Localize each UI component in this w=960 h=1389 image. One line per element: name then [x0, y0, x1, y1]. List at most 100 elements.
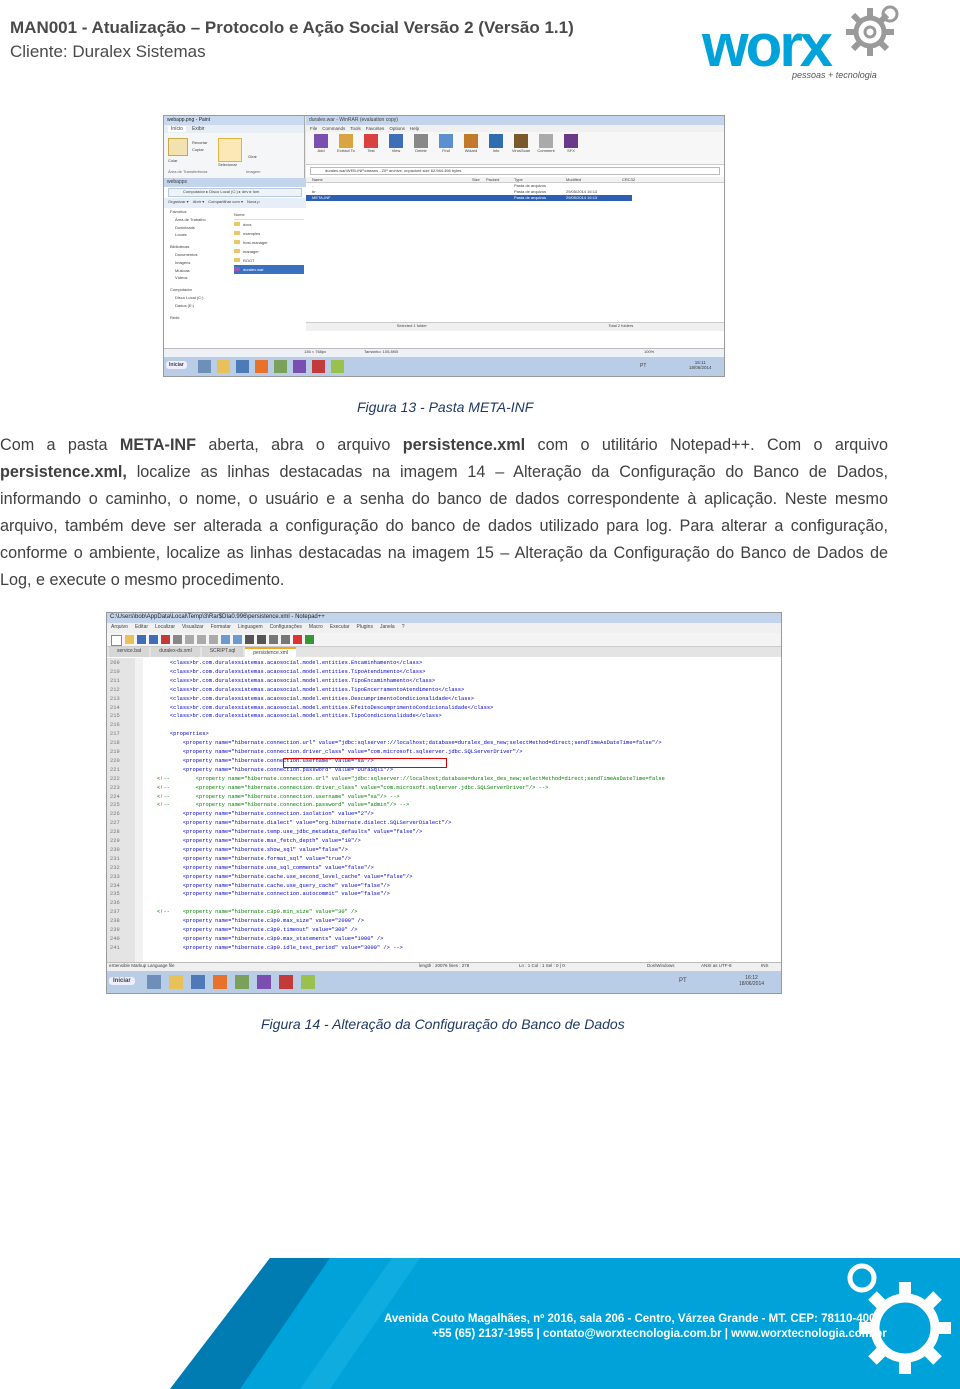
delete-button[interactable]: Delete	[410, 134, 432, 162]
taskbar-app-icon[interactable]	[235, 975, 249, 989]
print-icon[interactable]	[173, 635, 182, 644]
paste-icon[interactable]	[209, 635, 218, 644]
col-type[interactable]: Type	[514, 177, 566, 182]
taskbar-app-icon[interactable]	[217, 360, 230, 373]
column-header-name[interactable]: Nome	[234, 210, 304, 220]
file-item[interactable]: manager	[234, 247, 304, 256]
find-icon[interactable]	[245, 635, 254, 644]
taskbar-app-icon[interactable]	[274, 360, 287, 373]
menu-item[interactable]: Options	[389, 126, 405, 131]
menu-item[interactable]: Janela	[380, 624, 395, 632]
tab-script-sql[interactable]: SCRIPT.sql	[201, 647, 244, 657]
taskbar-app-icon[interactable]	[312, 360, 325, 373]
select-icon[interactable]	[218, 138, 242, 162]
paint-group-copiar[interactable]: Copiar	[192, 147, 204, 152]
taskbar-app-icon[interactable]	[331, 360, 344, 373]
find-button[interactable]: Find	[435, 134, 457, 162]
replace-icon[interactable]	[257, 635, 266, 644]
file-item[interactable]: ROOT	[234, 256, 304, 265]
paste-icon[interactable]	[168, 138, 188, 156]
new-folder-menu[interactable]: Nova p	[247, 199, 260, 207]
test-button[interactable]: Test	[360, 134, 382, 162]
menu-item[interactable]: Macro	[309, 624, 323, 632]
taskbar-app-icon[interactable]	[236, 360, 249, 373]
winrar-path[interactable]: duralex.war\WEB-INF\classes - ZIP archiv…	[310, 167, 720, 175]
wizard-button[interactable]: Wizard	[460, 134, 482, 162]
zoom-out-icon[interactable]	[281, 635, 290, 644]
start-button[interactable]: Iniciar	[166, 361, 187, 369]
copy-icon[interactable]	[197, 635, 206, 644]
tray-language[interactable]: PT	[640, 363, 646, 369]
info-button[interactable]: Info	[485, 134, 507, 162]
view-button[interactable]: View	[385, 134, 407, 162]
save-icon[interactable]	[137, 635, 146, 644]
tray-clock[interactable]: 16:11 18/06/2014	[689, 360, 712, 370]
cut-icon[interactable]	[185, 635, 194, 644]
nav-item[interactable]: Computador	[170, 286, 238, 294]
col-crc[interactable]: CRC32	[622, 177, 635, 182]
menu-item[interactable]: Localizar	[155, 624, 175, 632]
nav-item[interactable]: Bibliotecas	[170, 243, 238, 251]
col-name[interactable]: Name	[312, 177, 472, 182]
undo-icon[interactable]	[221, 635, 230, 644]
tab-service-bat[interactable]: service.bat	[109, 647, 150, 657]
col-size[interactable]: Size	[472, 177, 486, 182]
menu-item[interactable]: Commands	[322, 126, 345, 131]
file-item[interactable]: examples	[234, 229, 304, 238]
share-menu[interactable]: Compartilhar com ▾	[208, 199, 243, 207]
nav-item[interactable]: Imagens	[170, 259, 238, 267]
nav-item[interactable]: Músicas	[170, 267, 238, 275]
menu-item[interactable]: Help	[410, 126, 419, 131]
nav-item[interactable]: Rede	[170, 314, 238, 322]
taskbar-app-icon[interactable]	[255, 360, 268, 373]
npp-editor[interactable]: 209 <class>br.com.duralexsistemas.acaoso…	[107, 658, 781, 962]
add-button[interactable]: Add	[310, 134, 332, 162]
taskbar-app-icon[interactable]	[169, 975, 183, 989]
tray-clock[interactable]: 16:12 18/06/2014	[739, 975, 764, 987]
open-menu[interactable]: Abrir ▾	[193, 199, 205, 207]
tray-language[interactable]: PT	[679, 978, 687, 984]
taskbar-app-icon[interactable]	[257, 975, 271, 989]
start-button[interactable]: Iniciar	[109, 977, 135, 985]
save-all-icon[interactable]	[149, 635, 158, 644]
sfx-button[interactable]: SFX	[560, 134, 582, 162]
close-icon[interactable]	[161, 635, 170, 644]
winrar-row-selected[interactable]: META-INF Pasta de arquivos 29/05/2014 16:1…	[306, 195, 632, 201]
menu-item[interactable]: Executar	[330, 624, 350, 632]
paint-group-girar[interactable]: Girar	[248, 154, 257, 159]
nav-item[interactable]: Área de Trabalho	[170, 216, 238, 224]
nav-item[interactable]: Disco Local (C:)	[170, 294, 238, 302]
paint-tab-exibir[interactable]: Exibir	[192, 126, 205, 132]
menu-item[interactable]: Configurações	[270, 624, 302, 632]
zoom-in-icon[interactable]	[269, 635, 278, 644]
paint-tab-inicio[interactable]: Início	[168, 126, 186, 132]
menu-item[interactable]: Arquivo	[111, 624, 128, 632]
record-macro-icon[interactable]	[293, 635, 302, 644]
taskbar-app-icon[interactable]	[147, 975, 161, 989]
nav-item[interactable]: Locais	[170, 231, 238, 239]
taskbar-app-icon[interactable]	[213, 975, 227, 989]
explorer-address[interactable]: Computador ▸ Disco Local (C:) ▸ dev ▸ to…	[168, 188, 302, 197]
nav-item[interactable]: Favoritos	[170, 208, 238, 216]
nav-item[interactable]: Dados (E:)	[170, 302, 238, 310]
col-packed[interactable]: Packed	[486, 177, 514, 182]
open-file-icon[interactable]	[125, 635, 134, 644]
virusscan-button[interactable]: VirusScan	[510, 134, 532, 162]
taskbar-app-icon[interactable]	[191, 975, 205, 989]
taskbar-app-icon[interactable]	[198, 360, 211, 373]
file-item[interactable]: host-manager	[234, 238, 304, 247]
menu-item[interactable]: Formatar	[211, 624, 231, 632]
comment-button[interactable]: Comment	[535, 134, 557, 162]
menu-item[interactable]: File	[310, 126, 317, 131]
play-macro-icon[interactable]	[305, 635, 314, 644]
menu-item[interactable]: Editar	[135, 624, 148, 632]
redo-icon[interactable]	[233, 635, 242, 644]
nav-item[interactable]: Downloads	[170, 224, 238, 232]
extract-button[interactable]: Extract To	[335, 134, 357, 162]
new-file-icon[interactable]	[111, 635, 122, 646]
col-modified[interactable]: Modified	[566, 177, 622, 182]
taskbar-app-icon[interactable]	[279, 975, 293, 989]
paint-group-recortar[interactable]: Recortar	[192, 140, 207, 145]
menu-item[interactable]: Tools	[350, 126, 361, 131]
taskbar-app-icon[interactable]	[293, 360, 306, 373]
